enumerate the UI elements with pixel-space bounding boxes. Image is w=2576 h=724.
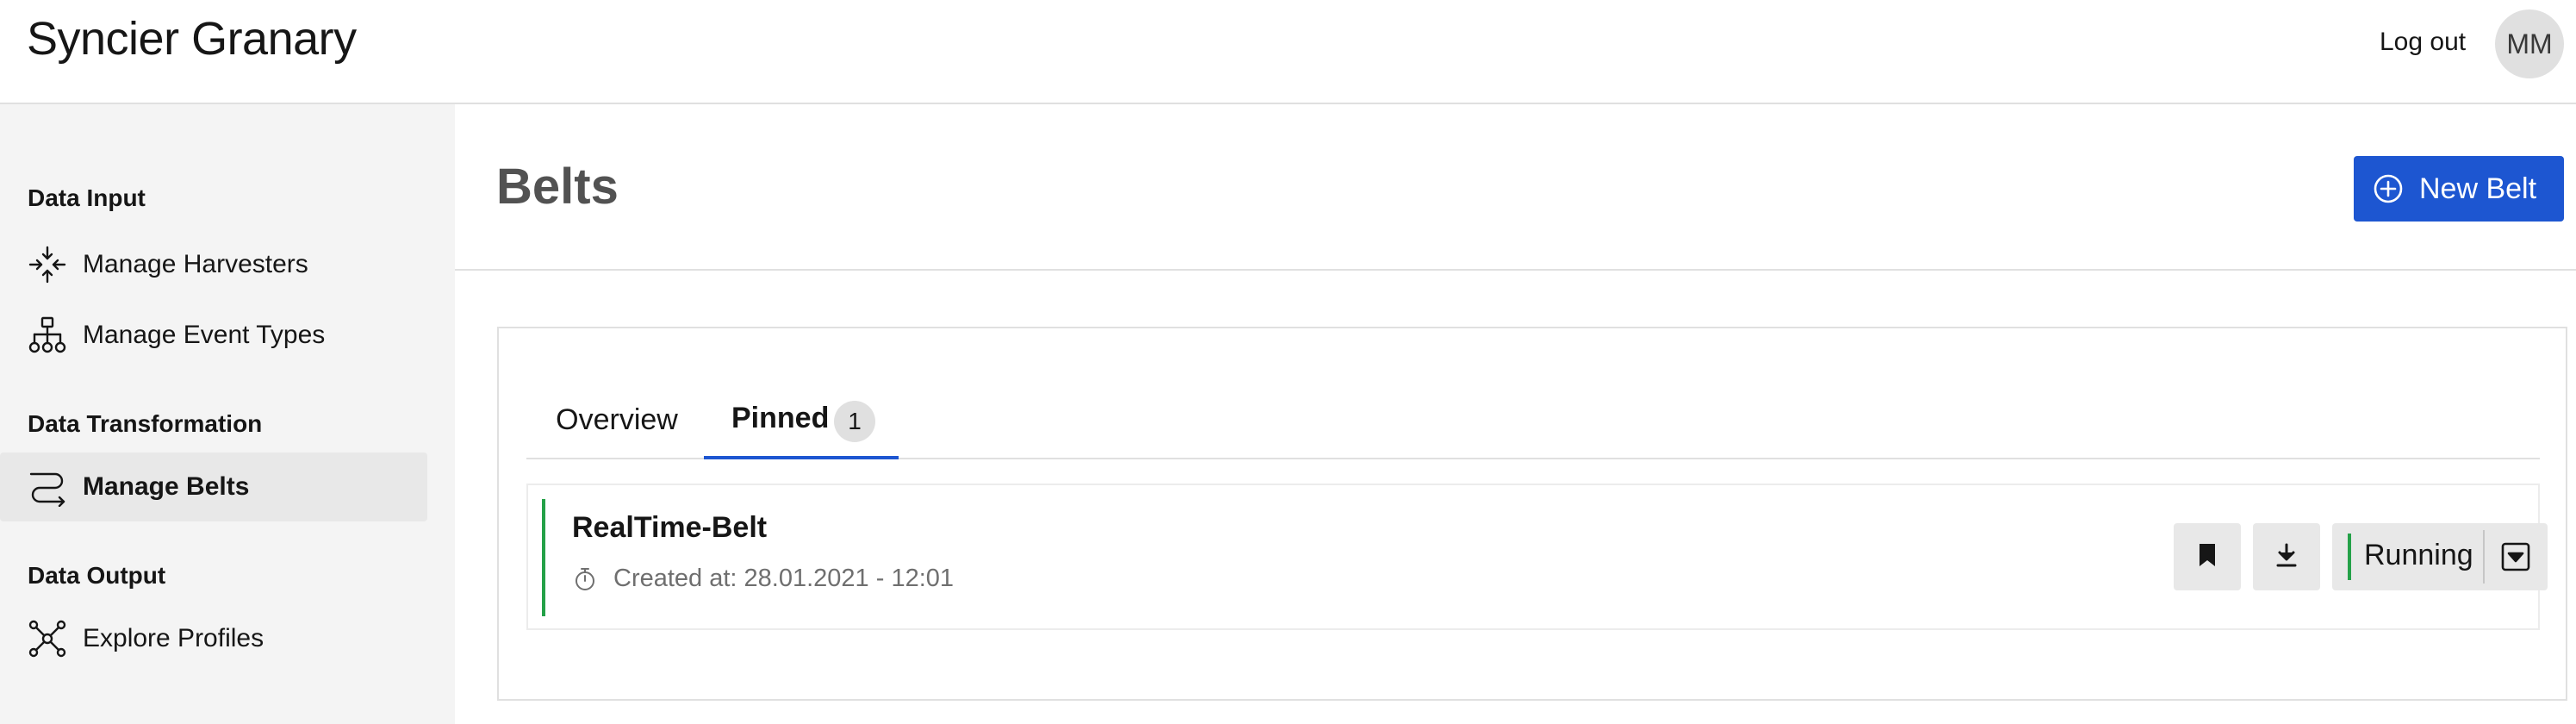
network-icon (28, 619, 67, 658)
stopwatch-icon (572, 566, 598, 592)
sidebar: Data Input Manage Harvesters Manage Even… (0, 104, 455, 724)
app-title[interactable]: Syncier Granary (27, 12, 357, 66)
belt-name[interactable]: RealTime-Belt (572, 511, 767, 545)
dropdown-box-icon[interactable] (2499, 540, 2532, 573)
tab-label: Overview (556, 403, 678, 436)
tab-list: Overview Pinned 1 (526, 380, 2540, 459)
tab-pinned[interactable]: Pinned 1 (704, 380, 899, 459)
sidebar-item-label: Manage Event Types (83, 321, 326, 349)
pin-button[interactable] (2174, 523, 2241, 590)
sidebar-item-manage-belts[interactable]: Manage Belts (0, 452, 427, 521)
sidebar-item-label: Manage Harvesters (83, 250, 308, 278)
sidebar-item-manage-event-types[interactable]: Manage Event Types (0, 301, 427, 370)
page-header: Belts New Belt (455, 104, 2576, 271)
sidebar-section-data-input: Data Input (28, 184, 146, 211)
sidebar-item-label: Explore Profiles (83, 624, 264, 652)
user-avatar[interactable]: MM (2495, 9, 2564, 78)
download-button[interactable] (2253, 523, 2320, 590)
add-circle-icon (2373, 173, 2404, 204)
status-accent-bar (542, 499, 545, 616)
status-select[interactable]: Running (2332, 523, 2548, 590)
hierarchy-icon (28, 315, 67, 355)
belt-list-item[interactable]: RealTime-Belt Created at: 28.01.2021 - 1… (526, 484, 2548, 630)
belts-card: Overview Pinned 1 RealTime-Belt Created … (497, 327, 2567, 701)
sidebar-section-data-output: Data Output (28, 562, 166, 589)
sidebar-item-manage-harvesters[interactable]: Manage Harvesters (0, 230, 427, 299)
harvester-icon (28, 245, 67, 284)
new-belt-label: New Belt (2419, 172, 2537, 205)
new-belt-button[interactable]: New Belt (2354, 156, 2564, 222)
bookmark-icon (2196, 542, 2218, 572)
belt-created-date: Created at: 28.01.2021 - 12:01 (613, 565, 955, 592)
belt-created-info: Created at: 28.01.2021 - 12:01 (572, 565, 954, 593)
logout-link[interactable]: Log out (2380, 28, 2466, 57)
pinned-count-badge: 1 (834, 401, 875, 442)
tab-label: Pinned (731, 401, 830, 434)
status-indicator (2348, 534, 2351, 580)
sidebar-section-data-transformation: Data Transformation (28, 410, 263, 437)
sidebar-item-label: Manage Belts (83, 472, 250, 501)
page-title: Belts (496, 159, 619, 215)
tab-overview[interactable]: Overview (526, 380, 707, 459)
status-label: Running (2364, 539, 2473, 571)
sidebar-item-explore-profiles[interactable]: Explore Profiles (0, 604, 427, 673)
top-header: Syncier Granary Log out MM (0, 0, 2576, 104)
status-divider (2483, 530, 2485, 584)
download-icon (2274, 542, 2299, 572)
belt-route-icon (28, 467, 67, 507)
